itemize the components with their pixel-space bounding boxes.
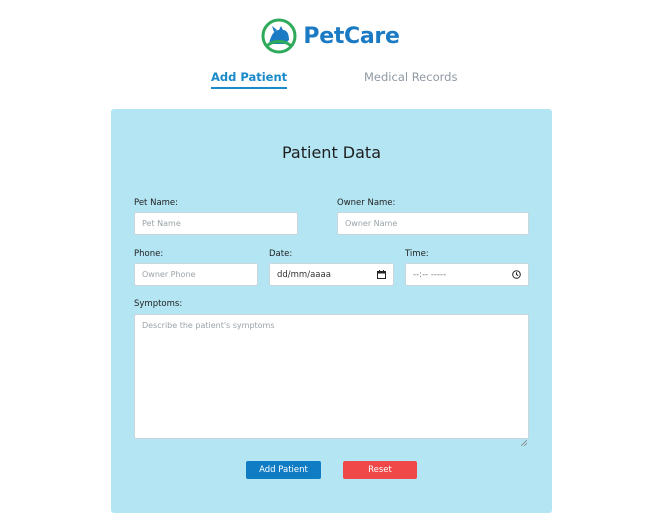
header: PetCare [0,16,661,56]
resize-handle-icon[interactable] [520,431,528,447]
pet-logo-icon [261,18,297,54]
date-display: dd/mm/aaaa [277,269,331,280]
date-label: Date: [269,249,293,259]
time-display: --:-- ----- [413,269,447,280]
owner-name-input[interactable] [337,212,529,235]
brand-name: PetCare [303,23,400,49]
add-patient-button[interactable]: Add Patient [246,461,321,479]
time-label: Time: [405,249,429,259]
nav-tabs: Add Patient Medical Records [0,70,661,90]
phone-input[interactable] [134,263,258,286]
form-title: Patient Data [282,143,381,162]
clock-icon[interactable] [512,270,521,279]
time-input[interactable]: --:-- ----- [405,263,529,286]
owner-name-label: Owner Name: [337,198,396,208]
symptoms-label: Symptoms: [134,299,183,309]
reset-button[interactable]: Reset [343,461,417,479]
phone-label: Phone: [134,249,164,259]
patient-form-card: Patient Data Pet Name: Owner Name: Phone… [111,109,552,513]
date-input[interactable]: dd/mm/aaaa [269,263,394,286]
tab-add-patient[interactable]: Add Patient [211,70,288,89]
pet-name-label: Pet Name: [134,198,179,208]
tab-medical-records[interactable]: Medical Records [364,70,457,84]
pet-name-input[interactable] [134,212,298,235]
symptoms-textarea[interactable] [134,314,529,439]
calendar-icon[interactable] [377,270,386,279]
